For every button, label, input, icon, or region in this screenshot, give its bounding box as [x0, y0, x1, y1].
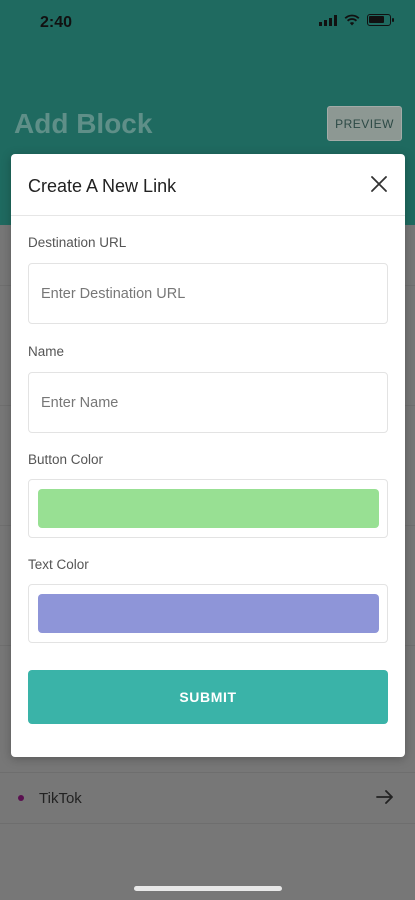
modal-header: Create A New Link — [11, 154, 405, 216]
wifi-icon — [344, 14, 360, 26]
battery-icon — [367, 14, 394, 26]
button-color-label: Button Color — [28, 452, 104, 467]
arrow-right-icon[interactable] — [375, 787, 395, 807]
destination-url-label: Destination URL — [28, 235, 127, 250]
status-bar: 2:40 — [0, 0, 415, 46]
home-indicator[interactable] — [134, 886, 282, 891]
destination-url-input[interactable] — [28, 263, 388, 324]
close-icon[interactable] — [369, 174, 389, 194]
status-time: 2:40 — [40, 14, 73, 31]
page-title: Add Block — [14, 108, 153, 139]
name-label: Name — [28, 344, 65, 359]
preview-button[interactable]: PREVIEW — [327, 106, 402, 141]
button-color-picker[interactable] — [28, 479, 388, 538]
text-color-swatch[interactable] — [38, 594, 379, 633]
list-item-label: TikTok — [39, 789, 82, 807]
text-color-label: Text Color — [28, 557, 89, 572]
name-input[interactable] — [28, 372, 388, 433]
signal-icon — [319, 14, 337, 26]
text-color-picker[interactable] — [28, 584, 388, 643]
create-link-modal: Create A New Link Destination URL Name B… — [11, 154, 405, 757]
button-color-swatch[interactable] — [38, 489, 379, 528]
modal-title: Create A New Link — [28, 176, 177, 196]
status-icons — [319, 14, 394, 26]
bullet-dot-icon — [18, 795, 24, 801]
submit-button[interactable]: SUBMIT — [28, 670, 388, 724]
list-item-tiktok[interactable]: TikTok — [0, 772, 415, 824]
